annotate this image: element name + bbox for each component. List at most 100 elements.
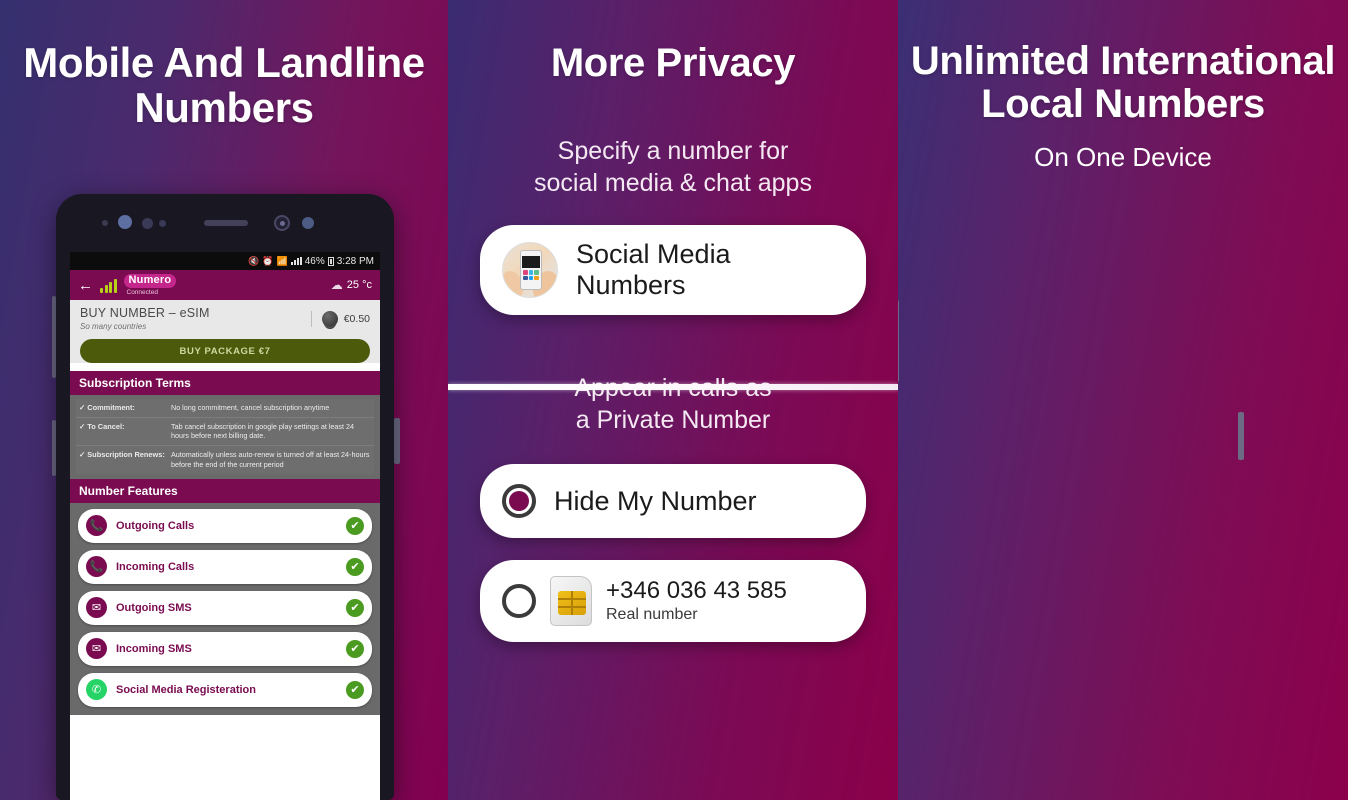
phone-side-button-right[interactable]: [394, 418, 400, 464]
phone-power-button-right[interactable]: [1238, 412, 1244, 460]
outgoing-sms-icon: ✉: [86, 597, 107, 619]
coin-stack-icon: [321, 310, 338, 327]
term-key: ✓ Commitment:: [79, 403, 135, 412]
radio-selected-icon[interactable]: [502, 484, 536, 519]
feature-label: Outgoing Calls: [116, 519, 195, 532]
middle-top-text-line1: Specify a number for: [557, 137, 789, 166]
phone-top-bezel-left: [56, 194, 394, 252]
middle-bottom-text-line2: a Private Number: [575, 406, 771, 435]
real-number-sublabel: Real number: [606, 606, 698, 624]
term-value: Tab cancel subscription in google play s…: [171, 421, 354, 441]
option-real-number[interactable]: +346 036 43 585 Real number: [480, 560, 866, 643]
light-sensor-icon: [142, 218, 153, 229]
feature-label: Social Media Registeration: [116, 683, 256, 696]
brand-name: Numero: [123, 274, 177, 288]
incoming-call-icon: 📞: [86, 556, 107, 578]
balance-display-left: €0.50: [310, 310, 370, 327]
middle-bottom-text: Appear in calls as a Private Number: [448, 372, 898, 436]
feature-check-icon: ✔: [346, 516, 364, 535]
app-bar-left: ← Numero Connected ☁ 25 °c: [70, 270, 380, 300]
right-headline: Unlimited International Local Numbers: [898, 0, 1348, 126]
feature-row-outgoing-sms[interactable]: ✉ Outgoing SMS ✔: [78, 590, 372, 625]
ir-sensor-icon: [159, 220, 166, 227]
proximity-sensor-icon: [102, 220, 108, 226]
battery-percent-left: 46%: [304, 255, 325, 267]
incoming-sms-icon: ✉: [86, 638, 107, 660]
option-hide-my-number[interactable]: Hide My Number: [480, 464, 866, 539]
buy-number-strip-left[interactable]: BUY NUMBER – eSIM So many countries €0.5…: [70, 300, 380, 337]
right-headline-line1: Unlimited International: [910, 39, 1336, 83]
middle-headline: More Privacy: [550, 41, 796, 85]
social-media-photo-icon: [502, 242, 558, 299]
social-media-numbers-card[interactable]: Social Media Numbers: [480, 225, 866, 316]
earpiece-speaker: [204, 220, 248, 226]
feature-check-icon: ✔: [346, 639, 364, 658]
left-headline-line2: Numbers: [134, 84, 314, 132]
temperature-left: 25 °c: [346, 279, 372, 291]
feature-row-incoming-sms[interactable]: ✉ Incoming SMS ✔: [78, 631, 372, 666]
middle-top-text: Specify a number for social media & chat…: [448, 135, 898, 199]
radio-unselected-icon[interactable]: [502, 584, 536, 619]
buy-package-button[interactable]: BUY PACKAGE €7: [80, 339, 370, 363]
buy-number-subtitle-left: So many countries: [80, 322, 147, 331]
term-value: No long commitment, cancel subscription …: [171, 403, 330, 412]
whatsapp-icon: ✆: [86, 679, 107, 701]
phone-screen-left: 🔇 ⏰ 📶 46% 3:28 PM ← Numero Connected ☁ 2…: [70, 252, 380, 800]
feature-row-social-media[interactable]: ✆ Social Media Registeration ✔: [78, 672, 372, 707]
led-indicator-icon: [302, 217, 314, 229]
term-row: ✓ Commitment: No long commitment, cancel…: [76, 399, 374, 418]
iris-scanner-icon: [274, 215, 290, 231]
number-features-list: 📞 Outgoing Calls ✔ 📞 Incoming Calls ✔ ✉ …: [70, 502, 380, 715]
hide-my-number-label: Hide My Number: [554, 485, 757, 516]
term-key: ✓ Subscription Renews:: [79, 450, 165, 460]
term-row: ✓ Subscription Renews: Automatically unl…: [76, 446, 374, 474]
panel-international-numbers: Unlimited International Local Numbers On…: [898, 0, 1348, 800]
screenshot-stage: Mobile And Landline Numbers 🔇 ⏰ 📶 46% 3:…: [0, 0, 1348, 800]
subscription-terms-header: Subscription Terms: [70, 371, 380, 395]
feature-check-icon: ✔: [346, 680, 364, 699]
number-features-header: Number Features: [70, 478, 380, 503]
back-arrow-icon[interactable]: ←: [78, 278, 93, 293]
sim-card-icon: [550, 576, 592, 627]
feature-row-incoming-calls[interactable]: 📞 Incoming Calls ✔: [78, 549, 372, 584]
term-key: ✓ To Cancel:: [79, 421, 125, 431]
phone-volume-button-right[interactable]: [898, 300, 899, 382]
term-row: ✓ To Cancel: Tab cancel subscription in …: [76, 417, 374, 447]
feature-check-icon: ✔: [346, 557, 364, 576]
cloud-icon: ☁: [330, 278, 343, 292]
android-status-bar-left: 🔇 ⏰ 📶 46% 3:28 PM: [70, 252, 380, 270]
term-value: Automatically unless auto-renew is turne…: [171, 450, 370, 469]
real-number-value: +346 036 43 585: [606, 576, 787, 604]
feature-row-outgoing-calls[interactable]: 📞 Outgoing Calls ✔: [78, 508, 372, 543]
status-time-left: 3:28 PM: [336, 255, 374, 267]
brand-status: Connected: [126, 288, 158, 296]
signal-icon: [290, 257, 302, 265]
alarm-icon: ⏰: [262, 255, 274, 266]
panel-more-privacy: More Privacy Specify a number for social…: [448, 0, 898, 800]
subscription-terms-list: ✓ Commitment: No long commitment, cancel…: [70, 395, 380, 479]
brand-logo: Numero Connected: [123, 274, 177, 296]
signal-bars-icon: [100, 278, 117, 293]
left-headline-line1: Mobile And Landline: [23, 39, 425, 86]
wifi-icon: 📶: [276, 255, 288, 266]
front-camera-icon: [118, 215, 132, 229]
buy-number-title-left: BUY NUMBER – eSIM: [80, 306, 210, 320]
feature-check-icon: ✔: [346, 598, 364, 617]
balance-value-left: €0.50: [343, 312, 370, 325]
feature-label: Incoming SMS: [116, 642, 192, 655]
real-number-block: +346 036 43 585 Real number: [606, 576, 787, 624]
outgoing-call-icon: 📞: [86, 515, 107, 537]
battery-icon: [327, 256, 334, 266]
feature-label: Outgoing SMS: [116, 601, 192, 614]
left-headline: Mobile And Landline Numbers: [0, 0, 448, 131]
package-button-wrap: BUY PACKAGE €7: [70, 337, 380, 363]
panel-mobile-landline: Mobile And Landline Numbers 🔇 ⏰ 📶 46% 3:…: [0, 0, 448, 800]
mute-icon: 🔇: [248, 255, 260, 266]
phone-mockup-left: 🔇 ⏰ 📶 46% 3:28 PM ← Numero Connected ☁ 2…: [56, 194, 394, 800]
social-media-numbers-label: Social Media Numbers: [576, 239, 731, 301]
weather-widget: ☁ 25 °c: [331, 278, 372, 292]
right-subheadline: On One Device: [1034, 142, 1212, 173]
section-divider: [448, 384, 898, 390]
feature-label: Incoming Calls: [116, 560, 195, 573]
middle-top-text-line2: social media & chat apps: [534, 169, 812, 198]
